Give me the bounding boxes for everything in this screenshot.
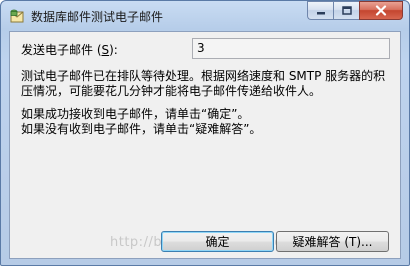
email-label-mnemonic: S bbox=[101, 43, 110, 57]
status-message: 测试电子邮件已在排队等待处理。根据网络速度和 SMTP 服务器的积 压情况，可能… bbox=[21, 69, 395, 99]
close-button[interactable] bbox=[359, 1, 403, 20]
maximize-icon bbox=[341, 5, 352, 15]
troubleshoot-button[interactable]: 疑难解答 (T)... bbox=[276, 231, 389, 252]
dialog-window: 数据库邮件测试电子邮件 发送电子邮件 (S): 3 测试电子邮件已在排队等待处理… bbox=[0, 0, 410, 266]
instruction-line-2: 如果没有收到电子邮件，请单击“疑难解答”。 bbox=[21, 122, 262, 136]
status-line-2: 压情况，可能要花几分钟才能将电子邮件传递给收件人。 bbox=[21, 84, 322, 98]
caption-buttons bbox=[307, 1, 403, 21]
ok-button[interactable]: 确定 bbox=[161, 231, 274, 252]
window-title: 数据库邮件测试电子邮件 bbox=[31, 10, 164, 24]
status-line-1: 测试电子邮件已在排队等待处理。根据网络速度和 SMTP 服务器的积 bbox=[21, 69, 386, 83]
title-bar[interactable]: 数据库邮件测试电子邮件 bbox=[1, 1, 409, 31]
minimize-icon bbox=[316, 11, 325, 14]
email-label: 发送电子邮件 (S): bbox=[21, 41, 118, 58]
maximize-button[interactable] bbox=[333, 1, 359, 20]
database-mail-icon bbox=[10, 9, 24, 23]
email-label-prefix: 发送电子邮件 ( bbox=[21, 43, 102, 57]
instruction-message: 如果成功接收到电子邮件，请单击“确定”。 如果没有收到电子邮件，请单击“疑难解答… bbox=[21, 107, 395, 137]
instruction-line-1: 如果成功接收到电子邮件，请单击“确定”。 bbox=[21, 107, 250, 121]
minimize-button[interactable] bbox=[307, 1, 333, 20]
dialog-content: 发送电子邮件 (S): 3 测试电子邮件已在排队等待处理。根据网络速度和 SMT… bbox=[9, 31, 401, 259]
close-icon bbox=[375, 5, 387, 16]
email-label-suffix: ): bbox=[109, 43, 118, 57]
sent-email-field[interactable]: 3 bbox=[192, 38, 390, 59]
